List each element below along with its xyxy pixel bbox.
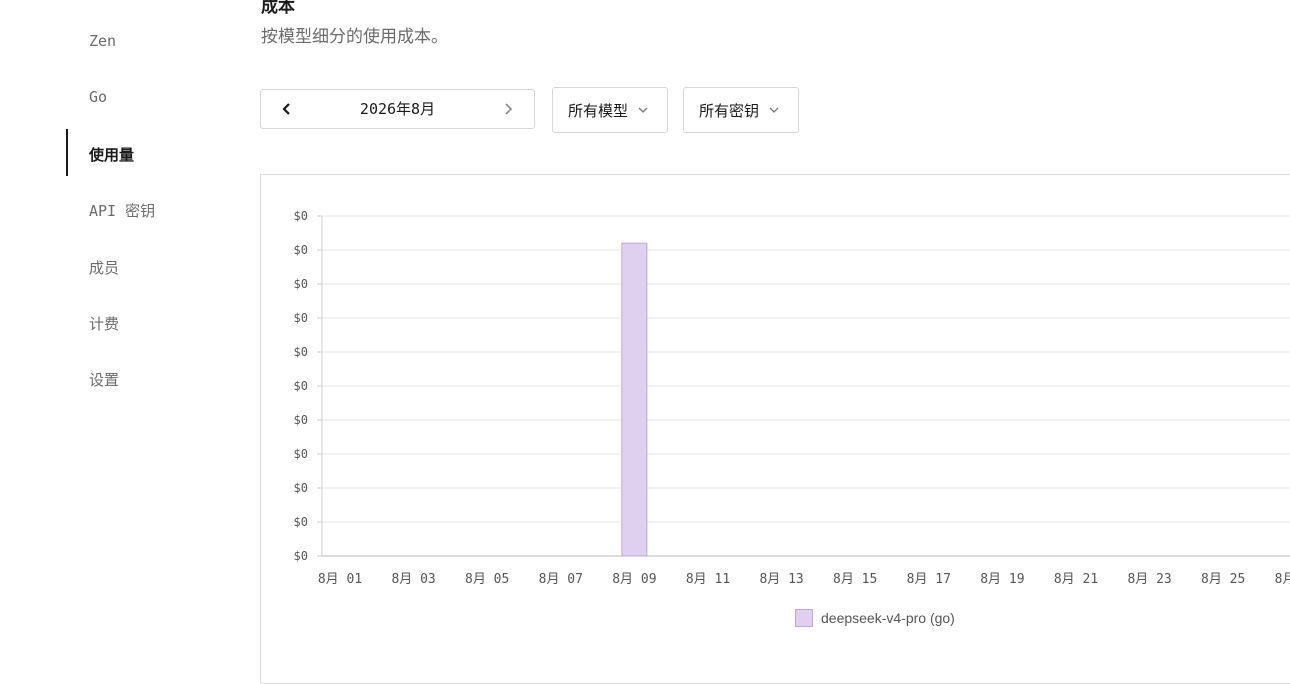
x-tick-label: 8月 15 [833,572,877,587]
y-tick-label: $0 [294,243,308,257]
x-tick-label: 8月 27 [1275,572,1290,587]
y-tick-label: $0 [294,277,308,291]
y-tick-label: $0 [294,447,308,461]
legend-swatch [795,609,813,627]
y-tick-label: $0 [294,413,308,427]
y-tick-label: $0 [294,379,308,393]
y-tick-label: $0 [294,345,308,359]
x-tick-label: 8月 25 [1201,572,1245,587]
x-tick-label: 8月 23 [1127,572,1171,587]
x-tick-label: 8月 21 [1054,572,1098,587]
x-tick-label: 8月 01 [318,572,362,587]
y-tick-label: $0 [294,515,308,529]
x-tick-label: 8月 03 [391,572,435,587]
x-tick-label: 8月 19 [980,572,1024,587]
chart-bar [621,242,648,557]
y-tick-label: $0 [294,549,308,563]
y-tick-label: $0 [294,311,308,325]
x-tick-label: 8月 11 [686,572,730,587]
x-tick-label: 8月 07 [539,572,583,587]
chart-legend[interactable]: deepseek-v4-pro (go) [795,609,955,627]
y-tick-label: $0 [294,481,308,495]
legend-label: deepseek-v4-pro (go) [821,610,955,626]
x-tick-label: 8月 13 [759,572,803,587]
x-tick-label: 8月 09 [612,572,656,587]
y-tick-label: $0 [294,209,308,223]
x-tick-label: 8月 17 [907,572,951,587]
x-tick-label: 8月 05 [465,572,509,587]
cost-chart: $0 $0 $0 $0 $0 $0 $0 $0 $0 $0 $0 8月 01 8月 03 8月 05 8月 … [294,209,1290,587]
